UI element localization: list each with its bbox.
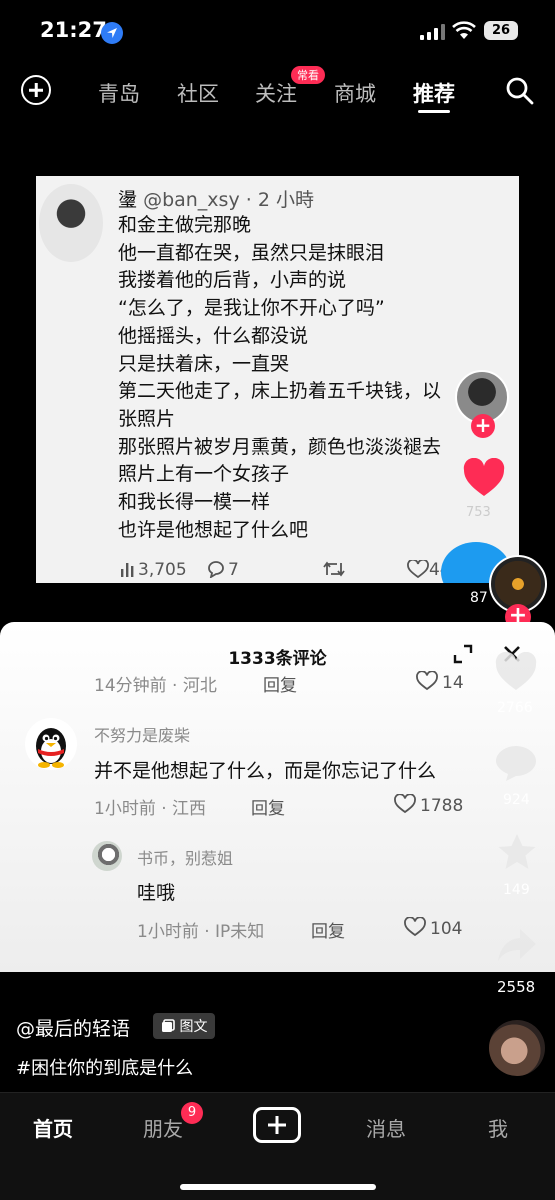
following-badge: 常看 [291,66,325,84]
comment-text: 哇哦 [137,882,176,904]
tweet-handle: @ban_xsy · 2 小時 [143,189,314,211]
tweet-author-avatar [39,184,103,262]
views-count: 3,705 [138,560,187,580]
gallery-icon [162,1019,175,1032]
friends-badge: 9 [181,1102,203,1124]
tweet-line: 我搂着他的后背，小声的说 [118,269,347,292]
like-count: 753 [466,505,491,520]
tab-community[interactable]: 社区 [177,78,219,108]
tab-recommend[interactable]: 推荐 [413,78,455,108]
replies-count: 7 [228,560,239,580]
status-time: 21:27 [40,18,107,42]
side-favorite-icon[interactable] [496,832,538,872]
image-text-badge-label: 图文 [179,1019,208,1035]
comment-meta: 14分钟前 · 河北 [94,676,217,696]
reply-button[interactable]: 回复 [251,794,285,819]
tab-home[interactable]: 首页 [33,1113,73,1142]
comments-sheet: 1333条评论 14分钟前 · 河北 回复 14 不努力是废柴 并不是他想起了什… [0,622,555,972]
retweet-icon [323,561,345,577]
tweet-line: 也许是他想起了什么吧 [118,518,309,541]
tweet-line: 和金主做完那晚 [118,214,252,236]
tweet-author: 璗 @ban_xsy · 2 小時 [118,185,314,212]
tab-me[interactable]: 我 [488,1113,508,1142]
tab-friends[interactable]: 朋友 [143,1113,183,1142]
tweet-body: 和金主做完那晚 他一直都在哭，虽然只是抹眼泪 我搂着他的后背，小声的说 “怎么了… [118,212,518,544]
create-button[interactable] [253,1107,301,1143]
replies-stat: 7 [206,560,239,580]
share-count-partial: 87 [470,590,488,606]
comment-username[interactable]: 不努力是废柴 [94,722,190,746]
image-text-badge: 图文 [153,1013,216,1039]
comment-username[interactable]: 书币，别惹姐 [137,845,233,869]
tab-following[interactable]: 关注 [255,78,297,108]
tweet-line: 那张照片被岁月熏黄，颜色也淡淡褪去 [118,435,442,458]
heart-outline-icon [416,670,438,691]
retweet-stat [322,560,346,583]
heart-outline-icon [404,916,426,937]
side-favorite-count: 149 [503,882,530,898]
wifi-icon [452,21,476,39]
battery-indicator: 26 [484,21,518,40]
views-stat: 3,705 [120,560,187,580]
tweet-line: 和我长得一模一样 [118,491,271,514]
comment-like-button[interactable]: 14 [416,670,464,693]
tweet-line: 他摇摇头，什么都没说 [118,324,309,347]
comment-like-button[interactable]: 1788 [394,793,464,816]
side-comment-icon[interactable] [494,742,538,782]
status-bar: 21:27 26 [0,0,555,62]
heart-outline-icon [407,558,429,579]
comment-like-count: 1788 [420,796,464,816]
tab-messages[interactable]: 消息 [366,1113,406,1142]
top-nav: 青岛 社区 关注 常看 商城 推荐 [0,62,555,122]
side-like-count: 2766 [497,700,533,716]
tweet-line: 他一直都在哭，虽然只是抹眼泪 [118,241,385,264]
tweet-line: 照片上有一个女孩子 [118,463,290,486]
comment-text: 并不是他想起了什么，而是你忘记了什么 [94,760,437,782]
comment-like-count: 104 [430,919,463,939]
tab-mall[interactable]: 商城 [334,78,376,108]
search-icon[interactable] [505,76,535,106]
plus-circle-icon[interactable] [21,75,51,105]
location-arrow-icon [101,22,123,44]
comment-meta: 1小时前 · 江西 [94,799,207,819]
tweet-author-name: 璗 [118,189,138,211]
expand-icon[interactable] [453,644,473,664]
comment-meta: 1小时前 · IP未知 [137,922,265,942]
cellular-signal-icon [420,24,445,40]
like-heart-icon[interactable] [462,458,506,498]
music-author-avatar[interactable] [489,1020,545,1076]
active-tab-underline [418,110,450,113]
tweet-line: 只是扶着床，一直哭 [118,352,290,375]
side-like-icon[interactable] [494,652,538,692]
side-comment-count: 924 [503,792,530,808]
home-indicator [180,1184,376,1190]
reply-button[interactable]: 回复 [263,671,297,696]
comment-like-button[interactable]: 104 [404,916,463,939]
reply-button[interactable]: 回复 [311,917,345,942]
author-handle[interactable]: @最后的轻语 [16,1014,130,1041]
comment-like-count: 14 [442,673,464,693]
qq-penguin-avatar[interactable] [25,718,77,770]
bar-chart-icon [121,563,134,577]
share-count: 2558 [497,978,536,996]
heart-outline-icon [394,793,416,814]
tab-qingdao[interactable]: 青岛 [98,78,140,108]
follow-plus-icon[interactable]: + [471,414,495,438]
side-share-icon[interactable] [496,927,538,963]
reply-avatar[interactable] [92,841,122,871]
tweet-line: “怎么了，是我让你不开心了吗” [118,297,385,320]
reply-icon [208,561,224,579]
post-image[interactable]: 璗 @ban_xsy · 2 小時 和金主做完那晚 他一直都在哭，虽然只是抹眼泪… [36,176,519,583]
hashtag[interactable]: #困住你的到底是什么 [16,1054,193,1080]
